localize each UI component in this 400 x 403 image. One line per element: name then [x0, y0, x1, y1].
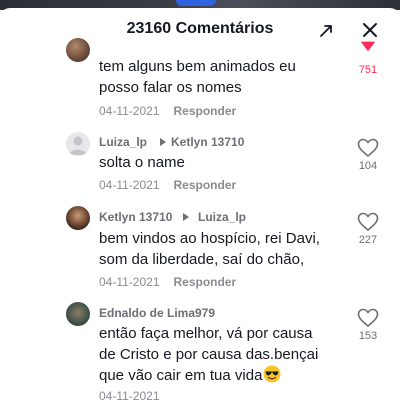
- comment-date: 04-11-2021: [99, 104, 160, 118]
- comment-meta: 04-11-2021: [99, 389, 160, 403]
- expand-arrow-icon[interactable]: [318, 23, 334, 39]
- comment-text-line: que vão cair em tua vida: [99, 367, 263, 384]
- comment-text: então faça melhor, vá por causa de Crist…: [99, 323, 354, 386]
- comment-text-line: solta o name: [99, 154, 185, 171]
- comment-date: 04-11-2021: [99, 178, 160, 192]
- like-count: 104: [358, 160, 378, 172]
- reply-arrow-icon: [160, 138, 166, 146]
- heart-icon[interactable]: [357, 40, 379, 56]
- comment-text: tem alguns bem animados eu posso falar o…: [99, 56, 354, 98]
- background-video-detail: [176, 0, 216, 6]
- close-icon[interactable]: [360, 20, 380, 40]
- heart-icon[interactable]: [357, 308, 379, 328]
- avatar[interactable]: [66, 132, 90, 156]
- comment-meta: 04-11-2021 Responder: [99, 275, 236, 289]
- comment-text-line: então faça melhor, vá por causa: [99, 325, 313, 342]
- reply-to-username[interactable]: Ketlyn 13710: [171, 135, 244, 149]
- comment-username[interactable]: Luiza_lp: [99, 135, 147, 149]
- comment-text-line: bem vindos ao hospício, rei Davi,: [99, 230, 320, 247]
- comment-date: 04-11-2021: [99, 389, 160, 403]
- reply-button[interactable]: Responder: [174, 178, 237, 192]
- default-avatar-icon: [69, 136, 87, 155]
- comment-date: 04-11-2021: [99, 275, 160, 289]
- comment-text: solta o name: [99, 152, 354, 173]
- like-count: 227: [358, 234, 378, 246]
- comment-text-line: de Cristo e por causa das.bençai: [99, 346, 319, 363]
- comments-count-title: 23160 Comentários: [126, 20, 274, 37]
- reply-to-username[interactable]: Luiza_lp: [198, 210, 246, 224]
- comment-text-line-with-emoji: que vão cair em tua vida: [99, 365, 354, 386]
- reply-arrow-icon: [183, 213, 189, 221]
- heart-icon[interactable]: [357, 212, 379, 232]
- comment-text-line: som da liberdade, saí do chão,: [99, 251, 305, 268]
- like-count: 153: [358, 330, 378, 342]
- comment-text-line: tem alguns bem animados eu: [99, 58, 296, 75]
- reply-button[interactable]: Responder: [174, 104, 237, 118]
- heart-icon[interactable]: [357, 138, 379, 158]
- avatar[interactable]: [66, 302, 90, 326]
- avatar[interactable]: [66, 38, 90, 62]
- comment-meta: 04-11-2021 Responder: [99, 178, 236, 192]
- reply-button[interactable]: Responder: [174, 275, 237, 289]
- comments-header: 23160 Comentários: [0, 8, 400, 50]
- smiling-face-with-sunglasses-icon: [263, 365, 281, 383]
- comment-text: bem vindos ao hospício, rei Davi, som da…: [99, 228, 354, 270]
- comment-meta: 04-11-2021 Responder: [99, 104, 236, 118]
- comment-username[interactable]: Ednaldo de Lima979: [99, 306, 215, 320]
- comment-username[interactable]: Ketlyn 13710: [99, 210, 172, 224]
- like-count: 751: [358, 64, 378, 76]
- avatar[interactable]: [66, 206, 90, 230]
- comment-text-line: posso falar os nomes: [99, 79, 242, 96]
